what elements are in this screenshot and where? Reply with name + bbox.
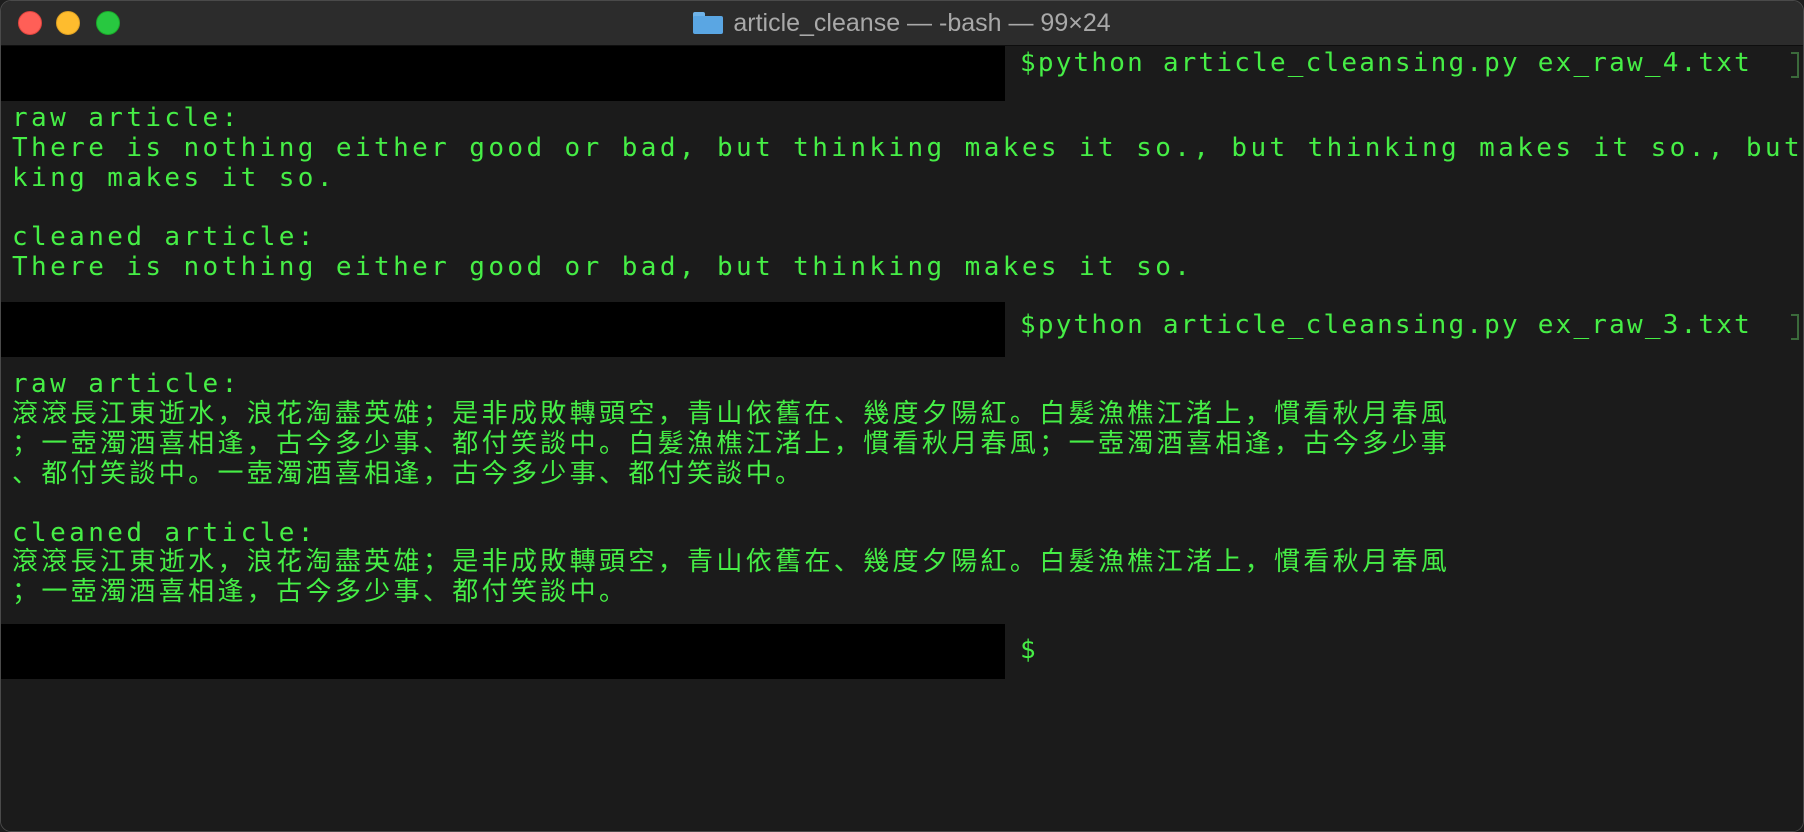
title-bar[interactable]: article_cleanse — -bash — 99×24 [1,1,1803,46]
command-prompt[interactable]: $ [1020,633,1038,667]
terminal-window: article_cleanse — -bash — 99×24 $python … [0,0,1804,832]
folder-icon [693,12,724,34]
window-title: article_cleanse — -bash — 99×24 [733,8,1111,37]
output-line: 滾滾長江東逝水，浪花淘盡英雄；是非成敗轉頭空，青山依舊在、幾度夕陽紅。白髮漁樵江… [12,547,1451,577]
window-title-area: article_cleanse — -bash — 99×24 [1,1,1803,45]
output-label-cleaned: cleaned article: [12,222,317,252]
prompt-redacted-block [1,46,1005,101]
output-line: ；一壺濁酒喜相逢，古今多少事、都付笑談中。白髮漁樵江渚上，慣看秋月春風；一壺濁酒… [12,429,1451,459]
line-wrap-marker [1791,314,1799,340]
output-label-raw: raw article: [12,103,241,133]
command-line: $python article_cleansing.py ex_raw_3.tx… [1020,310,1752,340]
output-line: 、都付笑談中。一壺濁酒喜相逢，古今多少事、都付笑談中。 [12,459,805,489]
output-line: king makes it so. [12,163,336,193]
output-line: 滾滾長江東逝水，浪花淘盡英雄；是非成敗轉頭空，青山依舊在、幾度夕陽紅。白髮漁樵江… [12,399,1451,429]
prompt-redacted-block [1,624,1005,679]
line-wrap-marker [1791,52,1799,78]
command-line: $python article_cleansing.py ex_raw_4.tx… [1020,48,1752,78]
prompt-redacted-block [1,302,1005,357]
output-label-raw: raw article: [12,369,241,399]
output-line: There is nothing either good or bad, but… [12,252,1194,282]
output-line: There is nothing either good or bad, but… [12,133,1804,163]
terminal-output[interactable]: $python article_cleansing.py ex_raw_4.tx… [1,46,1803,831]
output-line: ；一壺濁酒喜相逢，古今多少事、都付笑談中。 [12,577,629,607]
